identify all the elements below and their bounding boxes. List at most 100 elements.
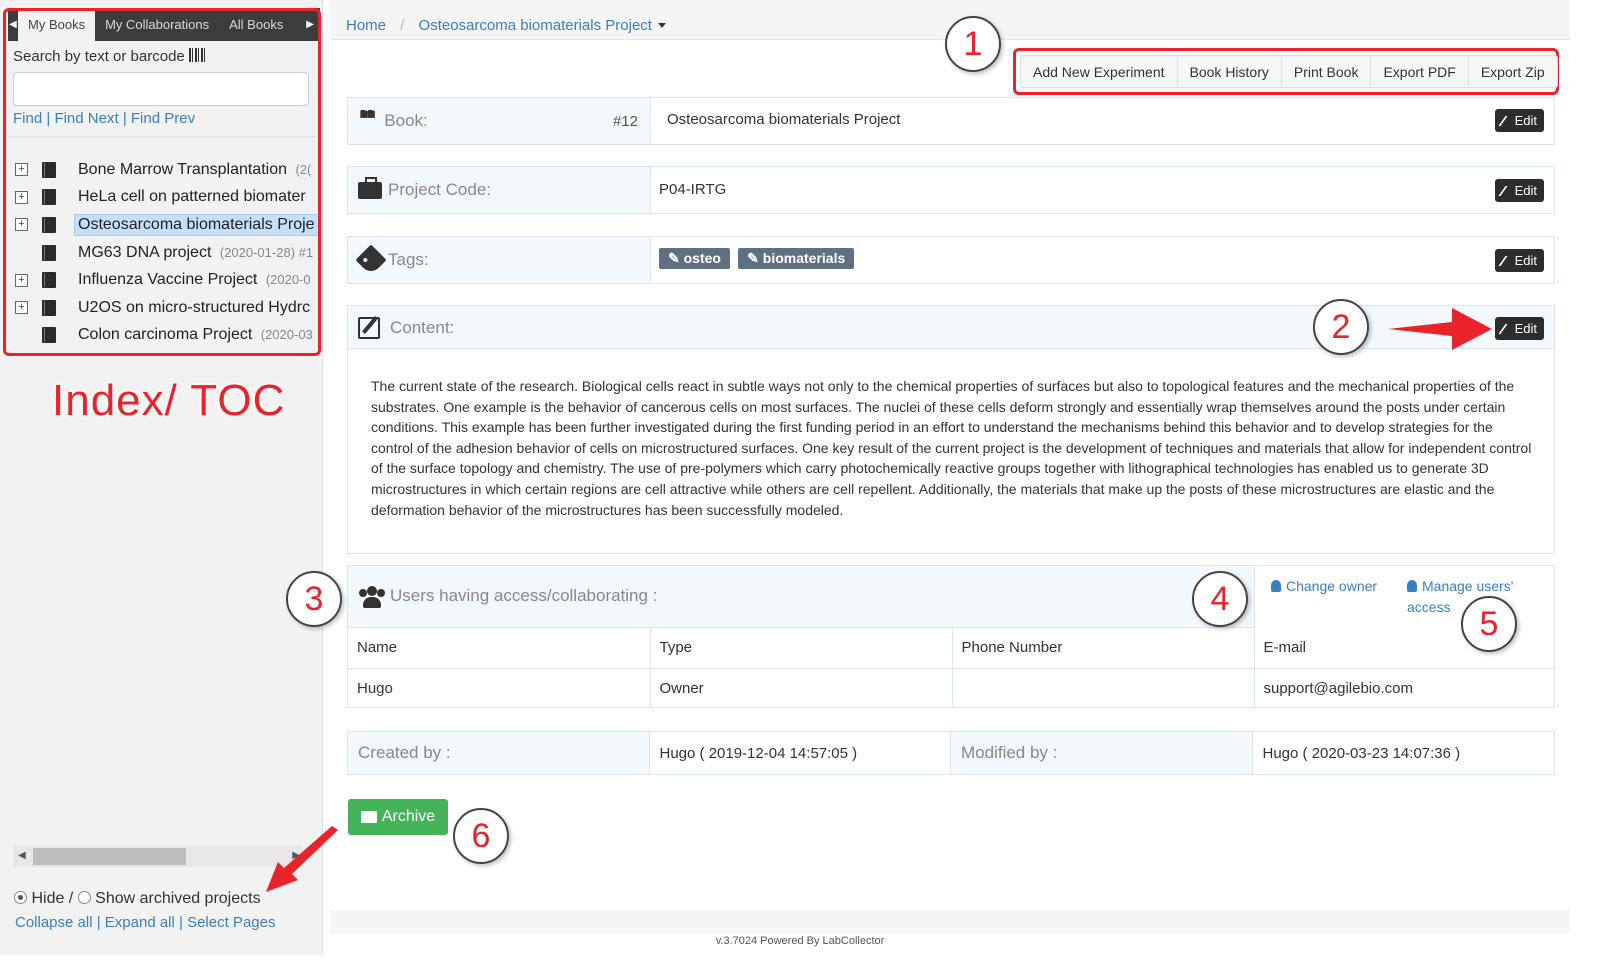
quote-icon: ❝ [358,110,377,132]
tabs-scroll-left-icon[interactable]: ◀ [9,19,17,30]
column-header: Phone Number [952,628,1255,669]
pencil-icon [1498,255,1516,266]
breadcrumb-home[interactable]: Home [346,17,386,34]
expand-icon[interactable]: + [15,190,28,204]
export-pdf-button[interactable]: Export PDF [1371,56,1469,87]
find-next-link[interactable]: Find Next [54,110,118,127]
tree-item-title[interactable]: Bone Marrow Transplantation (2( [74,159,315,181]
footer-bar [330,910,1570,934]
edit-tags-button[interactable]: Edit [1494,249,1544,272]
find-links: Find | Find Next | Find Prev [13,110,196,127]
user-email-cell: support@agilebio.com [1263,679,1413,697]
print-book-button[interactable]: Print Book [1282,56,1372,87]
tree-item-title[interactable]: Influenza Vaccine Project (2020-0 [74,269,315,291]
content-text: The current state of the research. Biolo… [371,378,1532,518]
book-label-cell: ❝ Book: #12 [348,98,651,144]
expand-icon[interactable]: + [15,273,28,287]
tags-row: Tags: ✎ osteo ✎ biomaterials Edit [347,236,1555,284]
callout-4: 4 [1192,571,1248,627]
user-phone-cell [952,668,1255,708]
tag-badge[interactable]: ✎ osteo [659,248,730,269]
book-icon [42,244,56,261]
callout-3: 3 [286,571,342,627]
user-type-cell: Owner [650,668,953,708]
scrollbar-thumb[interactable] [33,848,186,865]
users-label: Users having access/collaborating : [390,586,658,605]
book-label: Book: [384,111,428,130]
tree-item[interactable]: MG63 DNA project (2020-01-28) #1 [8,239,320,267]
barcode-icon [188,48,205,62]
user-name-cell: Hugo [348,668,651,708]
tree-item-title[interactable]: MG63 DNA project (2020-01-28) #1 [74,242,317,264]
book-icon [42,272,56,289]
book-tabs: ◀ My Books My Collaborations All Books ▶ [8,8,320,41]
tab-all-books[interactable]: All Books [219,8,293,41]
chevron-down-icon[interactable] [657,23,666,28]
export-zip-button[interactable]: Export Zip [1469,56,1557,87]
callout-6: 6 [453,808,509,864]
expand-icon[interactable]: + [15,218,28,232]
users-icon [358,586,386,608]
select-pages-link[interactable]: Select Pages [187,914,275,931]
tree-item[interactable]: + U2OS on micro-structured Hydrc [8,294,320,322]
tab-my-collaborations[interactable]: My Collaborations [95,8,219,41]
tree-item-title[interactable]: HeLa cell on patterned biomater [74,186,314,208]
find-link[interactable]: Find [13,110,42,127]
tree-item[interactable]: Colon carcinoma Project (2020-03 [8,322,320,350]
book-actions: Add New Experiment Book History Print Bo… [1020,55,1558,88]
footer-powered-by: v.3.7024 Powered By LabCollector [715,935,885,947]
search-input[interactable] [13,72,309,106]
tree-item-title[interactable]: Osteosarcoma biomaterials Proje [74,213,320,236]
edit-note-icon [358,317,380,339]
manage-users-access-link-line2[interactable]: access [1407,599,1451,615]
scroll-left-icon[interactable]: ◀ [18,850,26,861]
project-code-label-cell: Project Code: [348,167,651,213]
tag-icon [355,244,387,276]
tab-my-books[interactable]: My Books [18,8,96,41]
hide-archived-radio[interactable] [14,891,27,904]
book-icon [42,216,56,233]
expand-icon[interactable]: + [15,163,28,177]
expand-icon[interactable]: + [15,301,28,315]
book-icon [42,299,56,316]
breadcrumb-current-book[interactable]: Osteosarcoma biomaterials Project [419,17,652,34]
table-header-row: Name Type Phone Number E-mail [348,628,1554,669]
sidebar: ◀ My Books My Collaborations All Books ▶… [0,0,323,955]
column-header: Type [650,628,953,669]
tree-item[interactable]: + Bone Marrow Transplantation (2( [8,156,320,184]
change-owner-link[interactable]: Change owner [1271,578,1377,594]
manage-users-access-link[interactable]: Manage users' [1407,578,1513,594]
project-code-row: Project Code: P04-IRTG Edit [347,166,1555,214]
tag-badge[interactable]: ✎ biomaterials [738,248,855,269]
tree-item-title[interactable]: Colon carcinoma Project (2020-03 [74,324,317,346]
briefcase-icon [358,176,382,199]
book-title-value: Osteosarcoma biomaterials Project [667,111,901,128]
content-header: Content: Edit [347,305,1555,349]
archive-button[interactable]: Archive [348,799,448,835]
tree-item[interactable]: + Influenza Vaccine Project (2020-0 [8,266,320,294]
tree-item-selected[interactable]: + Osteosarcoma biomaterials Proje [8,211,320,239]
book-icon [42,189,56,206]
collapse-all-link[interactable]: Collapse all [15,914,93,931]
tree-item[interactable]: + HeLa cell on patterned biomater [8,184,320,212]
archive-box-icon [360,811,377,823]
no-expand-spacer [15,246,28,259]
book-history-button[interactable]: Book History [1178,56,1282,87]
expand-all-link[interactable]: Expand all [105,914,175,931]
callout-5: 5 [1461,596,1517,652]
edit-content-button[interactable]: Edit [1494,317,1544,340]
tabs-scroll-right-icon[interactable]: ▶ [300,8,320,41]
tree-horizontal-scrollbar[interactable]: ◀ ▶ [13,846,303,867]
tree-item-title[interactable]: U2OS on micro-structured Hydrc [74,297,318,319]
edit-project-code-button[interactable]: Edit [1494,179,1544,202]
find-prev-link[interactable]: Find Prev [131,110,195,127]
edit-book-button[interactable]: Edit [1494,109,1544,132]
project-code-value: P04-IRTG [659,181,727,198]
show-archived-radio[interactable] [77,891,91,904]
pencil-icon [1498,323,1516,334]
add-new-experiment-button[interactable]: Add New Experiment [1021,56,1178,87]
hide-archived-label: Hide / [31,890,74,907]
sidebar-divider [8,136,320,137]
users-table: Name Type Phone Number E-mail Hugo Owner… [348,628,1554,708]
callout-1: 1 [945,16,1001,72]
